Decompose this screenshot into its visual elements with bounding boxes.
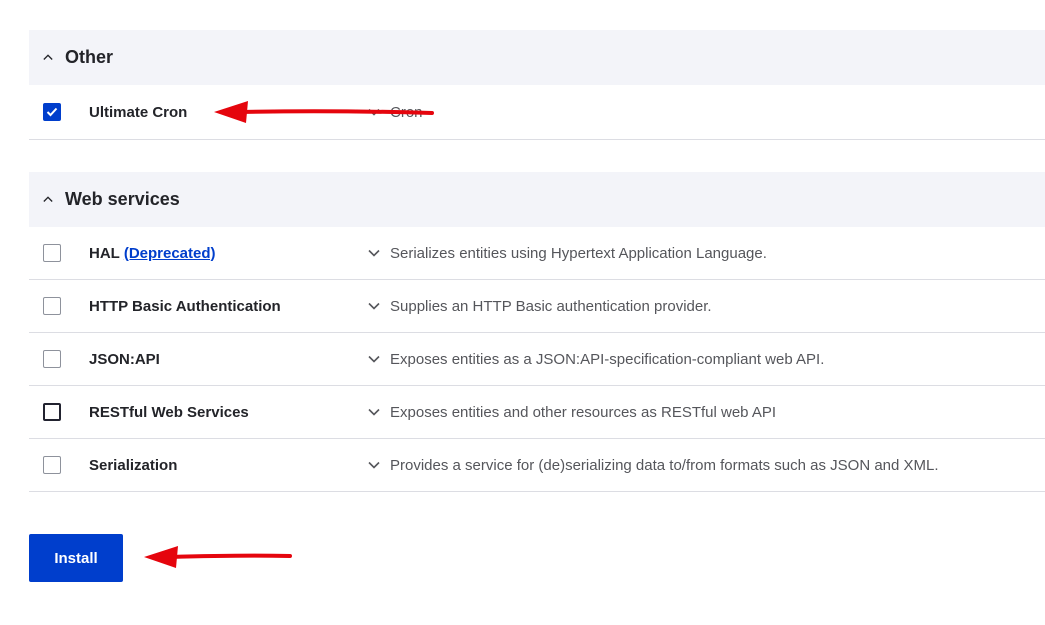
module-checkbox-restful[interactable] xyxy=(43,403,61,421)
module-description-toggle[interactable]: Exposes entities as a JSON:API-specifica… xyxy=(368,351,824,368)
module-row-hal: HAL (Deprecated) Serializes entities usin… xyxy=(29,227,1045,280)
module-row-serialization: Serialization Provides a service for (de… xyxy=(29,439,1045,492)
module-description: Provides a service for (de)serializing d… xyxy=(390,456,939,474)
module-checkbox-jsonapi[interactable] xyxy=(43,350,61,368)
section-title: Web services xyxy=(65,189,180,209)
chevron-down-icon xyxy=(368,302,380,310)
module-checkbox-ultimate-cron[interactable] xyxy=(43,103,61,121)
module-description: Supplies an HTTP Basic authentication pr… xyxy=(390,297,712,315)
deprecated-link[interactable]: (Deprecated) xyxy=(124,245,216,262)
module-list: Other Ultimate Cron Cron Web services HA… xyxy=(29,30,1045,524)
module-name: Ultimate Cron xyxy=(89,103,188,121)
section-title: Other xyxy=(65,47,114,67)
section-other: Other Ultimate Cron Cron xyxy=(29,30,1045,140)
section-web-services: Web services HAL (Deprecated) Serializes … xyxy=(29,172,1045,492)
module-description-toggle[interactable]: Serializes entities using Hypertext Appl… xyxy=(368,245,767,262)
module-row-jsonapi: JSON:API Exposes entities as a JSON:API-… xyxy=(29,333,1045,386)
chevron-down-icon xyxy=(368,408,380,416)
module-checkbox-hal[interactable] xyxy=(43,244,61,262)
module-description: Exposes entities and other resources as … xyxy=(390,403,777,421)
check-icon xyxy=(46,107,58,117)
chevron-down-icon xyxy=(368,461,380,469)
module-name: JSON:API xyxy=(89,350,160,368)
module-row-restful: RESTful Web Services Exposes entities an… xyxy=(29,386,1045,439)
module-row-http-basic-auth: HTTP Basic Authentication Supplies an HT… xyxy=(29,280,1045,333)
install-button[interactable]: Install xyxy=(29,534,123,582)
chevron-down-icon xyxy=(368,355,380,363)
module-row-ultimate-cron: Ultimate Cron Cron xyxy=(29,85,1045,140)
section-header-web-services[interactable]: Web services xyxy=(29,172,1045,227)
chevron-down-icon xyxy=(368,249,380,257)
module-name-text: HAL xyxy=(89,244,120,262)
module-checkbox-http-basic-auth[interactable] xyxy=(43,297,61,315)
module-description: Exposes entities as a JSON:API-specifica… xyxy=(390,350,825,368)
module-name: Serialization xyxy=(89,456,178,474)
module-name: RESTful Web Services xyxy=(89,403,249,421)
annotation-arrow-icon xyxy=(214,101,434,123)
module-description: Serializes entities using Hypertext Appl… xyxy=(390,244,767,262)
module-description-toggle[interactable]: Exposes entities and other resources as … xyxy=(368,404,776,421)
module-description-toggle[interactable]: Provides a service for (de)serializing d… xyxy=(368,457,939,474)
module-description-toggle[interactable]: Supplies an HTTP Basic authentication pr… xyxy=(368,298,712,315)
chevron-up-icon xyxy=(43,53,53,63)
section-header-other[interactable]: Other xyxy=(29,30,1045,85)
module-name: HTTP Basic Authentication xyxy=(89,297,281,315)
chevron-up-icon xyxy=(43,195,53,205)
module-checkbox-serialization[interactable] xyxy=(43,456,61,474)
annotation-arrow-icon xyxy=(144,546,292,568)
module-name: HAL (Deprecated) xyxy=(89,245,216,262)
